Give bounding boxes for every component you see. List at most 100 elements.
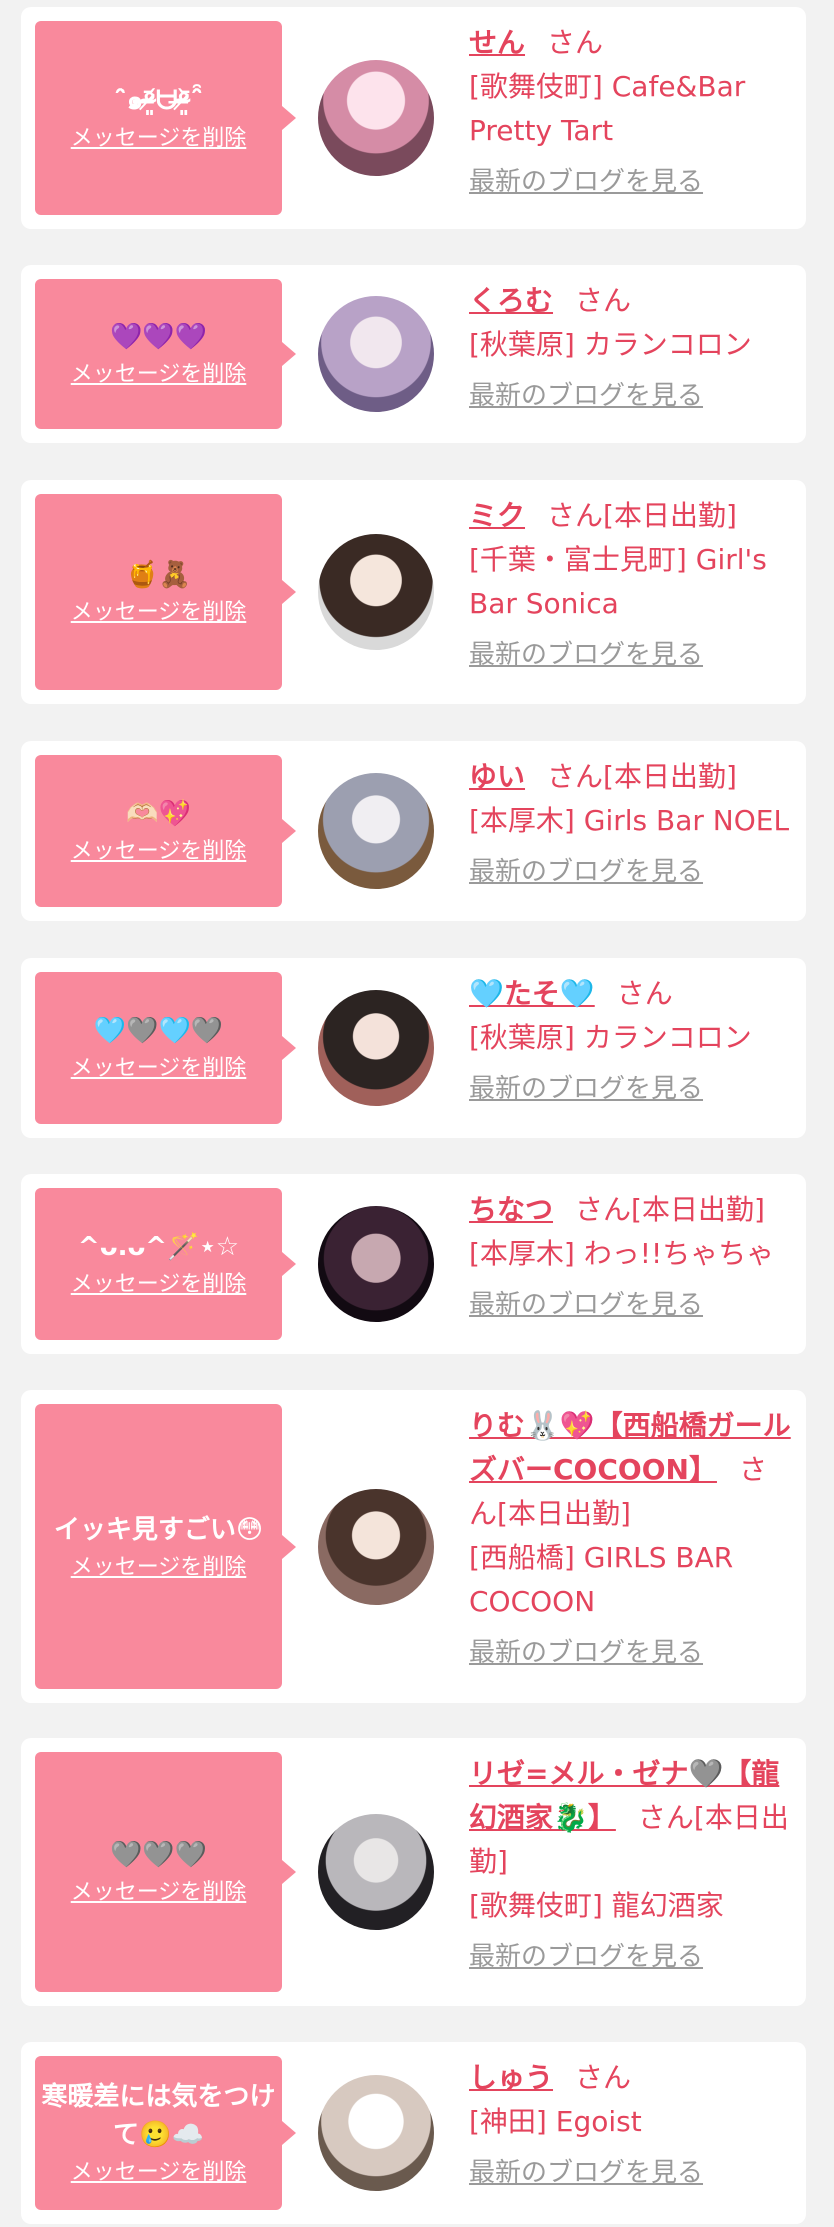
profile-name-link[interactable]: ミク <box>469 499 525 532</box>
profile-info: ミク さん[本日出勤] [千葉・富士見町] Girl's Bar Sonica 最新の… <box>469 494 792 676</box>
profile-info: ちなつ さん[本日出勤] [本厚木] わっ!!ちゃちゃ 最新のブログを見る <box>469 1188 792 1326</box>
latest-blog-link[interactable]: 最新のブログを見る <box>469 1072 703 1106</box>
name-line: ミク さん[本日出勤] <box>469 494 792 538</box>
message-bubble: 🩶🩶🩶 メッセージを削除 <box>35 1752 296 1992</box>
delete-message-link[interactable]: メッセージを削除 <box>71 598 247 628</box>
profile-info: くろむ さん [秋葉原] カランコロン 最新のブログを見る <box>469 279 792 417</box>
latest-blog-link[interactable]: 最新のブログを見る <box>469 638 703 672</box>
shop-label: [秋葉原] カランコロン <box>469 1021 752 1054</box>
shop-label: [歌舞伎町] Cafe&Bar Pretty Tart <box>469 70 746 147</box>
avatar[interactable] <box>318 990 434 1106</box>
name-line: しゅう さん <box>469 2056 792 2100</box>
message-bubble: ^ᴗ.ᴗ^🪄⋆☆ メッセージを削除 <box>35 1188 296 1340</box>
latest-blog-link[interactable]: 最新のブログを見る <box>469 379 703 413</box>
message-text: 寒暖差には気をつけて🥲☁️ <box>41 2082 276 2150</box>
latest-blog-link[interactable]: 最新のブログを見る <box>469 2156 703 2190</box>
message-text: 🫶🏻💖 <box>126 799 191 829</box>
message-bubble: ˆ̑̑๑ᵒ̴̶̷͈᷄ᗨᵒ̴̶̷͈᷅ˆ̑̑ メッセージを削除 <box>35 21 296 215</box>
message-card: イッキ見すごい😳 メッセージを削除 りむ🐰💖【西船橋ガールズバーCOCOON】 さん[… <box>21 1390 806 1703</box>
shop-label: [神田] Egoist <box>469 2105 642 2138</box>
profile-name-link[interactable]: ちなつ <box>469 1193 553 1226</box>
delete-message-link[interactable]: メッセージを削除 <box>71 1054 247 1084</box>
shop-label: [本厚木] わっ!!ちゃちゃ <box>469 1237 775 1270</box>
honorific: さん <box>575 284 632 317</box>
work-status: [本日出勤] <box>497 1497 631 1530</box>
avatar[interactable] <box>318 60 434 176</box>
message-text: 🩵🩶🩵🩶 <box>93 1016 224 1046</box>
profile-info: しゅう さん [神田] Egoist 最新のブログを見る <box>469 2056 792 2194</box>
message-bubble: 💜💜💜 メッセージを削除 <box>35 279 296 429</box>
name-line: せん さん <box>469 21 792 65</box>
message-text: ˆ̑̑๑ᵒ̴̶̷͈᷄ᗨᵒ̴̶̷͈᷅ˆ̑̑ <box>113 86 204 116</box>
message-text: 🍯🧸 <box>126 560 191 590</box>
latest-blog-link[interactable]: 最新のブログを見る <box>469 165 703 199</box>
work-status: [本日出勤] <box>631 1193 765 1226</box>
message-text: 🩶🩶🩶 <box>109 1840 208 1870</box>
shop-label: [本厚木] Girls Bar NOEL <box>469 804 790 837</box>
profile-info: リゼ=メル・ゼナ🩶【龍幻酒家🐉】 さん[本日出勤] [歌舞伎町] 龍幻酒家 最新のブロ… <box>469 1752 792 1978</box>
profile-name-link[interactable]: しゅう <box>469 2061 553 2094</box>
message-bubble: 🍯🧸 メッセージを削除 <box>35 494 296 690</box>
avatar[interactable] <box>318 1814 434 1930</box>
latest-blog-link[interactable]: 最新のブログを見る <box>469 1940 703 1974</box>
name-line: くろむ さん <box>469 279 792 323</box>
profile-name-link[interactable]: ゆい <box>469 760 525 793</box>
profile-name-link[interactable]: 🩵たそ🩵 <box>469 977 595 1010</box>
message-card: ˆ̑̑๑ᵒ̴̶̷͈᷄ᗨᵒ̴̶̷͈᷅ˆ̑̑ メッセージを削除 せん さん [歌舞伎町] C… <box>21 7 806 229</box>
profile-name-link[interactable]: くろむ <box>469 284 553 317</box>
message-card: 🫶🏻💖 メッセージを削除 ゆい さん[本日出勤] [本厚木] Girls Bar NOE… <box>21 741 806 921</box>
message-card: 寒暖差には気をつけて🥲☁️ メッセージを削除 しゅう さん [神田] Egoist 最新の… <box>21 2042 806 2224</box>
message-list: ˆ̑̑๑ᵒ̴̶̷͈᷄ᗨᵒ̴̶̷͈᷅ˆ̑̑ メッセージを削除 せん さん [歌舞伎町] C… <box>0 0 834 2227</box>
profile-name-link[interactable]: せん <box>469 26 525 59</box>
honorific: さん <box>637 1801 694 1834</box>
delete-message-link[interactable]: メッセージを削除 <box>71 360 247 390</box>
message-card: ^ᴗ.ᴗ^🪄⋆☆ メッセージを削除 ちなつ さん[本日出勤] [本厚木] わっ!!ちゃち… <box>21 1174 806 1354</box>
latest-blog-link[interactable]: 最新のブログを見る <box>469 855 703 889</box>
avatar[interactable] <box>318 773 434 889</box>
avatar[interactable] <box>318 1206 434 1322</box>
shop-label: [歌舞伎町] 龍幻酒家 <box>469 1889 724 1922</box>
delete-message-link[interactable]: メッセージを削除 <box>71 1878 247 1908</box>
delete-message-link[interactable]: メッセージを削除 <box>71 837 247 867</box>
message-card: 💜💜💜 メッセージを削除 くろむ さん [秋葉原] カランコロン 最新のブログを見る <box>21 265 806 443</box>
shop-label: [千葉・富士見町] Girl's Bar Sonica <box>469 543 767 620</box>
message-text: 💜💜💜 <box>109 322 208 352</box>
message-card: 🩵🩶🩵🩶 メッセージを削除 🩵たそ🩵 さん [秋葉原] カランコロン 最新のブログを見る <box>21 958 806 1138</box>
honorific: さん <box>547 760 604 793</box>
delete-message-link[interactable]: メッセージを削除 <box>71 124 247 154</box>
profile-info: せん さん [歌舞伎町] Cafe&Bar Pretty Tart 最新のブログを見る <box>469 21 792 203</box>
avatar[interactable] <box>318 534 434 650</box>
latest-blog-link[interactable]: 最新のブログを見る <box>469 1636 703 1670</box>
profile-info: りむ🐰💖【西船橋ガールズバーCOCOON】 さん[本日出勤] [西船橋] GIRLS… <box>469 1404 792 1674</box>
delete-message-link[interactable]: メッセージを削除 <box>71 2158 247 2188</box>
message-bubble: 🩵🩶🩵🩶 メッセージを削除 <box>35 972 296 1124</box>
shop-label: [西船橋] GIRLS BAR COCOON <box>469 1541 734 1618</box>
name-line: 🩵たそ🩵 さん <box>469 972 792 1016</box>
name-line: ゆい さん[本日出勤] <box>469 755 792 799</box>
delete-message-link[interactable]: メッセージを削除 <box>71 1270 247 1300</box>
latest-blog-link[interactable]: 最新のブログを見る <box>469 1288 703 1322</box>
avatar[interactable] <box>318 2075 434 2191</box>
avatar[interactable] <box>318 296 434 412</box>
honorific: さん <box>547 26 604 59</box>
profile-info: 🩵たそ🩵 さん [秋葉原] カランコロン 最新のブログを見る <box>469 972 792 1110</box>
message-bubble: 寒暖差には気をつけて🥲☁️ メッセージを削除 <box>35 2056 296 2210</box>
message-bubble: イッキ見すごい😳 メッセージを削除 <box>35 1404 296 1689</box>
message-card: 🩶🩶🩶 メッセージを削除 リゼ=メル・ゼナ🩶【龍幻酒家🐉】 さん[本日出勤] [歌舞伎町… <box>21 1738 806 2006</box>
work-status: [本日出勤] <box>603 499 737 532</box>
profile-info: ゆい さん[本日出勤] [本厚木] Girls Bar NOEL 最新のブログを見る <box>469 755 792 893</box>
honorific: さん <box>547 499 604 532</box>
message-bubble: 🫶🏻💖 メッセージを削除 <box>35 755 296 907</box>
honorific: さん <box>575 1193 632 1226</box>
name-line: りむ🐰💖【西船橋ガールズバーCOCOON】 さん[本日出勤] <box>469 1404 792 1536</box>
name-line: リゼ=メル・ゼナ🩶【龍幻酒家🐉】 さん[本日出勤] <box>469 1752 792 1884</box>
avatar[interactable] <box>318 1488 434 1605</box>
shop-label: [秋葉原] カランコロン <box>469 328 752 361</box>
message-text: イッキ見すごい😳 <box>53 1514 264 1545</box>
work-status: [本日出勤] <box>603 760 737 793</box>
honorific: さん <box>575 2061 632 2094</box>
delete-message-link[interactable]: メッセージを削除 <box>71 1553 247 1583</box>
honorific: さん <box>616 977 673 1010</box>
message-card: 🍯🧸 メッセージを削除 ミク さん[本日出勤] [千葉・富士見町] Girl's Bar… <box>21 480 806 704</box>
name-line: ちなつ さん[本日出勤] <box>469 1188 792 1232</box>
